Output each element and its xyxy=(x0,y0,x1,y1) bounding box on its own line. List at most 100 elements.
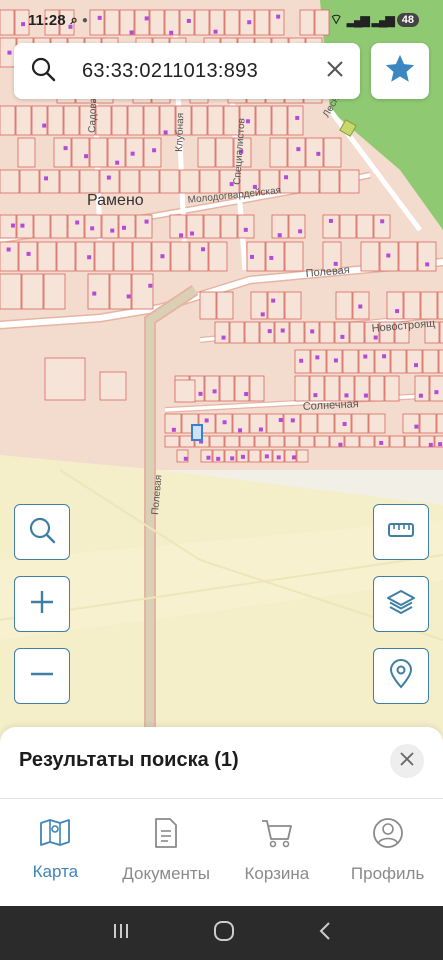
land-parcel[interactable] xyxy=(274,321,290,344)
selected-parcel[interactable] xyxy=(191,424,203,441)
land-parcel[interactable] xyxy=(15,105,32,136)
land-parcel[interactable] xyxy=(389,435,405,448)
land-parcel[interactable] xyxy=(87,273,110,310)
land-parcel[interactable] xyxy=(314,435,330,448)
land-parcel[interactable] xyxy=(310,349,327,374)
land-parcel[interactable] xyxy=(33,214,51,239)
land-parcel[interactable] xyxy=(139,169,160,194)
land-parcel[interactable] xyxy=(284,291,302,320)
land-parcel[interactable] xyxy=(143,105,160,136)
land-parcel[interactable] xyxy=(197,137,216,168)
land-parcel[interactable] xyxy=(429,375,443,402)
land-parcel[interactable] xyxy=(254,435,270,448)
land-parcel[interactable] xyxy=(390,349,407,374)
land-parcel[interactable] xyxy=(53,137,72,168)
tab-profile[interactable]: Профиль xyxy=(332,799,443,906)
ruler-button[interactable] xyxy=(373,504,429,560)
land-parcel[interactable] xyxy=(19,169,40,194)
land-parcel[interactable] xyxy=(335,291,353,320)
land-parcel[interactable] xyxy=(204,375,220,402)
land-parcel[interactable] xyxy=(438,349,443,374)
land-parcel[interactable] xyxy=(319,169,340,194)
land-parcel[interactable] xyxy=(179,169,200,194)
land-parcel[interactable] xyxy=(356,214,374,239)
land-parcel[interactable] xyxy=(239,435,255,448)
land-parcel[interactable] xyxy=(300,413,318,434)
land-parcel[interactable] xyxy=(398,241,418,272)
land-parcel[interactable] xyxy=(246,241,266,272)
search-bar[interactable]: 63:33:0211013:893 xyxy=(14,43,360,99)
land-parcel[interactable] xyxy=(143,137,162,168)
tab-cart[interactable]: Корзина xyxy=(222,799,333,906)
land-parcel[interactable] xyxy=(249,413,267,434)
land-parcel[interactable] xyxy=(248,449,261,463)
land-parcel[interactable] xyxy=(111,105,128,136)
land-parcel[interactable] xyxy=(21,273,44,310)
land-parcel[interactable] xyxy=(339,169,360,194)
land-parcel[interactable] xyxy=(132,241,152,272)
land-parcel[interactable] xyxy=(402,413,420,434)
land-parcel[interactable] xyxy=(317,413,335,434)
land-parcel[interactable] xyxy=(259,321,275,344)
land-parcel[interactable] xyxy=(305,137,324,168)
land-parcel[interactable] xyxy=(56,241,76,272)
land-parcel[interactable] xyxy=(237,214,255,239)
search-results-sheet[interactable]: Результаты поиска (1) xyxy=(0,727,443,799)
land-parcel[interactable] xyxy=(0,273,22,310)
land-parcel[interactable] xyxy=(374,349,391,374)
land-parcel[interactable] xyxy=(269,435,285,448)
land-parcel[interactable] xyxy=(199,291,217,320)
land-parcel[interactable] xyxy=(207,105,224,136)
land-parcel[interactable] xyxy=(255,105,272,136)
land-parcel[interactable] xyxy=(170,241,190,272)
land-parcel[interactable] xyxy=(203,214,221,239)
back-icon[interactable] xyxy=(318,921,332,946)
land-parcel[interactable] xyxy=(422,349,439,374)
close-results-button[interactable] xyxy=(390,744,424,778)
land-parcel[interactable] xyxy=(284,435,300,448)
search-input[interactable]: 63:33:0211013:893 xyxy=(82,60,326,83)
land-parcel[interactable] xyxy=(89,137,108,168)
land-parcel[interactable] xyxy=(79,169,100,194)
land-parcel[interactable] xyxy=(208,241,228,272)
land-parcel[interactable] xyxy=(164,435,180,448)
tab-map[interactable]: Карта xyxy=(0,799,111,906)
land-parcel[interactable] xyxy=(323,137,342,168)
land-parcel[interactable] xyxy=(131,273,154,310)
land-parcel[interactable] xyxy=(16,214,34,239)
land-parcel[interactable] xyxy=(404,435,420,448)
land-parcel[interactable] xyxy=(209,435,225,448)
land-parcel[interactable] xyxy=(119,169,140,194)
land-parcel[interactable] xyxy=(351,413,369,434)
land-parcel[interactable] xyxy=(199,169,220,194)
land-parcel[interactable] xyxy=(386,291,404,320)
land-parcel[interactable] xyxy=(31,105,48,136)
land-parcel[interactable] xyxy=(437,291,443,320)
land-parcel[interactable] xyxy=(265,241,285,272)
land-parcel[interactable] xyxy=(43,273,66,310)
land-parcel[interactable] xyxy=(220,214,238,239)
map-search-button[interactable] xyxy=(14,504,70,560)
land-parcel[interactable] xyxy=(67,214,85,239)
land-parcel[interactable] xyxy=(420,291,438,320)
land-parcel[interactable] xyxy=(159,169,180,194)
land-parcel[interactable] xyxy=(406,349,423,374)
land-parcel[interactable] xyxy=(269,137,288,168)
land-parcel[interactable] xyxy=(99,371,127,401)
land-parcel[interactable] xyxy=(279,169,300,194)
zoom-out-button[interactable] xyxy=(14,648,70,704)
land-parcel[interactable] xyxy=(417,241,437,272)
land-parcel[interactable] xyxy=(419,413,437,434)
land-parcel[interactable] xyxy=(47,105,64,136)
land-parcel[interactable] xyxy=(18,241,38,272)
land-parcel[interactable] xyxy=(339,214,357,239)
home-icon[interactable] xyxy=(213,920,235,947)
land-parcel[interactable] xyxy=(191,105,208,136)
land-parcel[interactable] xyxy=(249,375,265,402)
land-parcel[interactable] xyxy=(344,435,360,448)
land-parcel[interactable] xyxy=(189,241,209,272)
land-parcel[interactable] xyxy=(135,214,153,239)
land-parcel[interactable] xyxy=(118,214,136,239)
land-parcel[interactable] xyxy=(216,291,234,320)
land-parcel[interactable] xyxy=(349,321,365,344)
